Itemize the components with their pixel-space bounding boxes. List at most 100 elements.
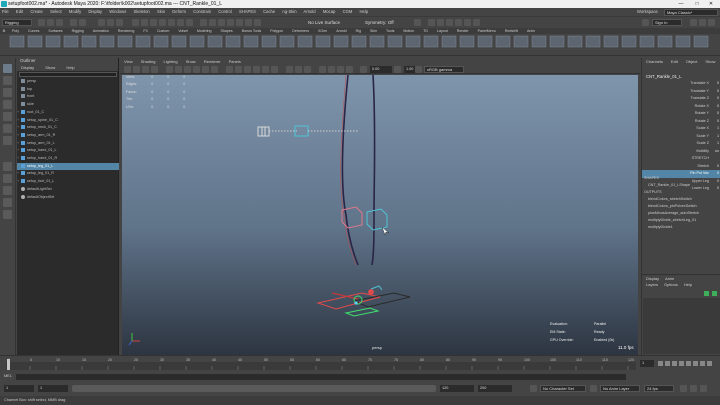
xray-icon[interactable] (286, 66, 293, 73)
shelf-tab[interactable]: Rendering (118, 29, 135, 33)
viewport-3d[interactable]: Verts: 0 0 0 Edges: 0 0 0 Faces: 0 0 0 Tris: 0 0 0 U… (122, 75, 638, 355)
shelf-tab[interactable]: Animation (93, 29, 109, 33)
outliner-item[interactable]: + setup_hand_01_R (17, 155, 119, 163)
shelf-tab[interactable]: Modeling (197, 29, 212, 33)
menu-skeleton[interactable]: Skeleton (133, 9, 149, 14)
outliner-item[interactable]: top (17, 86, 119, 94)
hypershade-icon[interactable] (455, 19, 462, 26)
time-slider[interactable]: 1 5 10 15 20 25 30 35 40 45 50 55 60 65 70 75 80 85 90 95 10… (0, 355, 720, 373)
outliner-layout-icon[interactable] (3, 198, 12, 207)
history-icon[interactable] (414, 19, 421, 26)
menu-create[interactable]: Create (30, 9, 43, 14)
outliner-item[interactable]: defaultObjectSet (17, 194, 119, 202)
cb-output-item[interactable]: multiplyDivide_stretchLeg_01 (642, 217, 720, 224)
step-back-key-icon[interactable] (665, 361, 670, 366)
cb-attribute[interactable]: STRETCH (642, 155, 720, 163)
xray-joints-icon[interactable] (295, 66, 302, 73)
menu-cache[interactable]: Cache (263, 9, 275, 14)
menu-arnold[interactable]: Arnold (304, 9, 316, 14)
shelf-tab[interactable]: XGen (318, 29, 327, 33)
shelf-tab[interactable]: Custom (157, 29, 169, 33)
shelf-tab[interactable]: Motion (403, 29, 414, 33)
snap-curve-icon[interactable] (209, 19, 216, 26)
lasso-tool-icon[interactable] (3, 76, 12, 85)
viewport-menu-lighting[interactable]: Lighting (164, 59, 178, 64)
outliner-item[interactable]: + setup_hand_01_L (17, 147, 119, 155)
menu-shapes[interactable]: SHAPES (239, 9, 256, 14)
ambient-occlusion-icon[interactable] (319, 66, 326, 73)
lights-icon[interactable] (262, 66, 269, 73)
step-forward-icon[interactable] (693, 361, 698, 366)
isolate-select-icon[interactable] (304, 66, 311, 73)
attribute-editor-toggle-icon[interactable] (690, 19, 697, 26)
cb-attribute[interactable]: Stretch 0 (642, 163, 720, 171)
shelf-tab[interactable]: PanelMenu (478, 29, 496, 33)
cb-attr-value[interactable]: 1 (711, 125, 719, 133)
outliner-item-selected[interactable]: + setup_leg_01_L (17, 162, 119, 171)
outliner-item[interactable]: side (17, 101, 119, 109)
cb-attribute[interactable]: Visibility on (642, 148, 720, 156)
four-view-layout-icon[interactable] (3, 174, 12, 183)
outliner-menu-help[interactable]: Help (66, 65, 74, 70)
menu-select[interactable]: Select (50, 9, 62, 14)
outliner-item[interactable]: + setup_arm_01_R (17, 132, 119, 140)
playback-start-field[interactable]: 1 (38, 385, 68, 392)
anim-layer-dropdown[interactable]: No Anim Layer (600, 385, 640, 392)
snap-view-icon[interactable] (227, 19, 234, 26)
paint-select-tool-icon[interactable] (3, 88, 12, 97)
menu-deform[interactable]: Deform (172, 9, 186, 14)
grid-toggle-icon[interactable] (166, 66, 173, 73)
menu-mocap[interactable]: Mocap (323, 9, 336, 14)
render-view-icon[interactable] (473, 19, 480, 26)
cb-attribute[interactable]: Translate Z0 (642, 95, 720, 103)
shelf-tab[interactable]: Curves (28, 29, 39, 33)
menu-file[interactable]: File (2, 9, 9, 14)
camera-select-icon[interactable] (124, 66, 131, 73)
shelf-tab[interactable]: TD (423, 29, 428, 33)
viewport-menu-show[interactable]: Show (186, 59, 196, 64)
outliner-item[interactable]: + setup_foot_01_L (17, 178, 119, 186)
shelf-tab[interactable]: Render (457, 29, 469, 33)
outliner-item[interactable]: persp (17, 78, 119, 86)
menu-cgm[interactable]: CGM (343, 9, 353, 14)
save-scene-icon[interactable] (56, 19, 63, 26)
rotate-tool-icon[interactable] (3, 112, 12, 121)
view-transform-dropdown[interactable]: sRGB gamma (424, 66, 464, 73)
select-tool-icon[interactable] (3, 64, 12, 73)
cb-tab-edit[interactable]: Edit (671, 59, 678, 64)
color-management-icon[interactable] (415, 66, 422, 73)
menu-modify[interactable]: Modify (69, 9, 81, 14)
shelf-tab[interactable]: Bonus Tools (242, 29, 262, 33)
joint-mask-icon[interactable] (150, 19, 157, 26)
cb-attribute[interactable]: Scale Z1 (642, 140, 720, 148)
depth-of-field-icon[interactable] (346, 66, 353, 73)
undo-icon[interactable] (70, 19, 77, 26)
character-set-dropdown[interactable]: No Character Set (540, 385, 586, 392)
new-scene-icon[interactable] (38, 19, 45, 26)
render-frame-icon[interactable] (428, 19, 435, 26)
last-tool-icon[interactable] (3, 136, 12, 145)
side-by-side-layout-icon[interactable] (3, 186, 12, 195)
motion-blur-icon[interactable] (328, 66, 335, 73)
outliner-item[interactable]: defaultLightSet (17, 186, 119, 194)
snap-surface-icon[interactable] (236, 19, 243, 26)
auto-key-icon[interactable] (690, 385, 697, 392)
tool-settings-toggle-icon[interactable] (699, 19, 706, 26)
film-gate-icon[interactable] (175, 66, 182, 73)
play-backward-icon[interactable] (679, 361, 684, 366)
bookmark-icon[interactable] (142, 66, 149, 73)
snap-grid-icon[interactable] (200, 19, 207, 26)
snap-point-icon[interactable] (218, 19, 225, 26)
arnold-render-icon[interactable] (464, 19, 471, 26)
cb-attr-value[interactable]: 0 (711, 118, 719, 126)
field-chart-icon[interactable] (202, 66, 209, 73)
layer-menu-options[interactable]: Options (664, 282, 678, 287)
cb-attr-value[interactable]: 1 (711, 133, 719, 141)
safe-action-icon[interactable] (211, 66, 218, 73)
shelf-tab[interactable]: Volsel (178, 29, 188, 33)
dynamics-mask-icon[interactable] (177, 19, 184, 26)
camera-attributes-icon[interactable] (133, 66, 140, 73)
render-mask-icon[interactable] (186, 19, 193, 26)
minimize-button[interactable]: — (674, 0, 688, 8)
playback-end-field[interactable]: 120 (440, 385, 474, 392)
